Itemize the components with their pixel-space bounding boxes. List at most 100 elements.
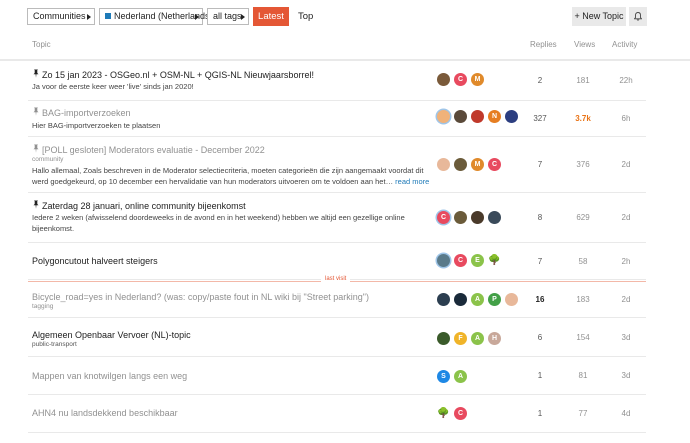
topic-row: Bicycle_road=yes in Nederland? (was: cop… [28, 282, 646, 318]
activity-time[interactable]: 2d [611, 160, 641, 169]
activity-time[interactable]: 3d [611, 371, 641, 380]
topic-title-text: BAG-importverzoeken [42, 108, 131, 118]
last-visit-label: last visit [321, 276, 351, 282]
notifications-button[interactable] [629, 7, 647, 26]
avatar[interactable]: F [454, 332, 467, 345]
avatar[interactable]: C [454, 73, 467, 86]
category-dropdown[interactable]: Communities [27, 8, 95, 25]
avatar[interactable]: S [437, 370, 450, 383]
avatar[interactable]: H [488, 332, 501, 345]
category-color-badge [105, 13, 111, 19]
avatar[interactable]: M [471, 73, 484, 86]
column-replies[interactable]: Replies [530, 40, 557, 49]
avatar[interactable] [454, 158, 467, 171]
topic-title-link[interactable]: Zo 15 jan 2023 - OSGeo.nl + OSM-NL + QGI… [32, 69, 314, 80]
subcategory-dropdown[interactable]: Nederland (Netherlands) [99, 8, 213, 25]
avatar[interactable] [471, 110, 484, 123]
topic-excerpt: Hallo allemaal, Zoals beschreven in de M… [32, 165, 437, 187]
replies-count[interactable]: 1 [525, 371, 555, 380]
avatar[interactable] [454, 293, 467, 306]
bell-icon [634, 12, 642, 21]
avatar[interactable]: C [437, 211, 450, 224]
caret-right-icon [87, 14, 91, 20]
avatar[interactable] [437, 110, 450, 123]
avatar[interactable]: E [471, 254, 484, 267]
replies-count[interactable]: 8 [525, 213, 555, 222]
avatar[interactable]: P [488, 293, 501, 306]
avatar[interactable]: C [454, 254, 467, 267]
avatar[interactable]: 🌳 [488, 254, 501, 267]
activity-time[interactable]: 22h [611, 76, 641, 85]
topic-title-link[interactable]: Polygoncutout halveert steigers [32, 256, 158, 266]
avatar[interactable]: A [471, 332, 484, 345]
pin-icon [32, 107, 40, 118]
avatar[interactable]: N [488, 110, 501, 123]
activity-time[interactable]: 6h [611, 114, 641, 123]
activity-time[interactable]: 2h [611, 257, 641, 266]
avatar[interactable] [437, 73, 450, 86]
activity-time[interactable]: 3d [611, 333, 641, 342]
column-activity[interactable]: Activity [612, 40, 637, 49]
topic-title-link[interactable]: Mappen van knotwilgen langs een weg [32, 371, 187, 381]
avatar[interactable] [505, 293, 518, 306]
avatar[interactable] [488, 211, 501, 224]
avatar[interactable]: C [488, 158, 501, 171]
replies-count[interactable]: 1 [525, 409, 555, 418]
topic-excerpt: Hier BAG-importverzoeken te plaatsen [32, 121, 161, 130]
topic-title-text: Mappen van knotwilgen langs een weg [32, 371, 188, 381]
avatar[interactable] [471, 211, 484, 224]
replies-count[interactable]: 7 [525, 160, 555, 169]
activity-time[interactable]: 2d [611, 295, 641, 304]
excerpt-line: werd goedgekeurd, op 10 december een her… [32, 177, 394, 186]
new-topic-button[interactable]: + New Topic [572, 7, 626, 26]
column-topic[interactable]: Topic [32, 40, 51, 49]
views-count: 183 [576, 295, 590, 304]
activity-time[interactable]: 2d [611, 213, 641, 222]
column-views[interactable]: Views [574, 40, 595, 49]
avatar[interactable]: M [471, 158, 484, 171]
avatar[interactable]: C [454, 407, 467, 420]
read-more-link[interactable]: read more [393, 177, 429, 186]
topic-title-text: AHN4 nu landsdekkend beschikbaar [32, 408, 178, 418]
replies-count[interactable]: 2 [525, 76, 555, 85]
topic-excerpt: Iedere 2 weken (afwisselend doordeweeks … [32, 212, 437, 234]
replies-count[interactable]: 327 [525, 114, 555, 123]
excerpt-line: Iedere 2 weken (afwisselend doordeweeks … [32, 213, 405, 222]
topic-title-link[interactable]: AHN4 nu landsdekkend beschikbaar [32, 408, 178, 418]
topic-tag[interactable]: tagging [32, 303, 53, 310]
topic-tag[interactable]: public-transport [32, 341, 77, 348]
topic-title-link[interactable]: BAG-importverzoeken [32, 107, 131, 118]
topic-title-text: Zaterdag 28 januari, online community bi… [42, 201, 246, 211]
avatar[interactable]: 🌳 [437, 407, 450, 420]
topic-excerpt: Ja voor de eerste keer weer 'live' sinds… [32, 82, 194, 91]
pin-icon [32, 144, 40, 155]
topic-list-header: Topic Replies Views Activity [0, 37, 690, 61]
replies-count[interactable]: 16 [525, 295, 555, 304]
avatar[interactable] [437, 254, 450, 267]
topic-row: Algemeen Openbaar Vervoer (NL)-topic publ… [28, 318, 646, 357]
tab-top[interactable]: Top [298, 7, 313, 26]
category-dropdown-label: Communities [33, 11, 86, 21]
replies-count[interactable]: 6 [525, 333, 555, 342]
activity-time[interactable]: 4d [611, 409, 641, 418]
tags-dropdown[interactable]: all tags [207, 8, 249, 25]
avatar[interactable] [454, 110, 467, 123]
pin-icon [32, 69, 40, 80]
avatar[interactable]: A [454, 370, 467, 383]
avatar[interactable] [505, 110, 518, 123]
topic-row: Zo 15 jan 2023 - OSGeo.nl + OSM-NL + QGI… [28, 61, 646, 101]
avatar[interactable] [454, 211, 467, 224]
topic-title-link[interactable]: Algemeen Openbaar Vervoer (NL)-topic [32, 330, 191, 340]
avatar[interactable] [437, 158, 450, 171]
avatar[interactable]: A [471, 293, 484, 306]
topic-title-link[interactable]: Zaterdag 28 januari, online community bi… [32, 200, 246, 211]
avatar[interactable] [437, 332, 450, 345]
avatar[interactable] [437, 293, 450, 306]
topic-row: Zaterdag 28 januari, online community bi… [28, 193, 646, 243]
replies-count[interactable]: 7 [525, 257, 555, 266]
topic-title-link[interactable]: Bicycle_road=yes in Nederland? (was: cop… [32, 292, 369, 302]
topic-tag[interactable]: community [32, 156, 63, 163]
tab-latest[interactable]: Latest [253, 7, 289, 26]
tags-dropdown-label: all tags [213, 11, 242, 21]
topic-title-link[interactable]: [POLL gesloten] Moderators evaluatie - D… [32, 144, 265, 155]
